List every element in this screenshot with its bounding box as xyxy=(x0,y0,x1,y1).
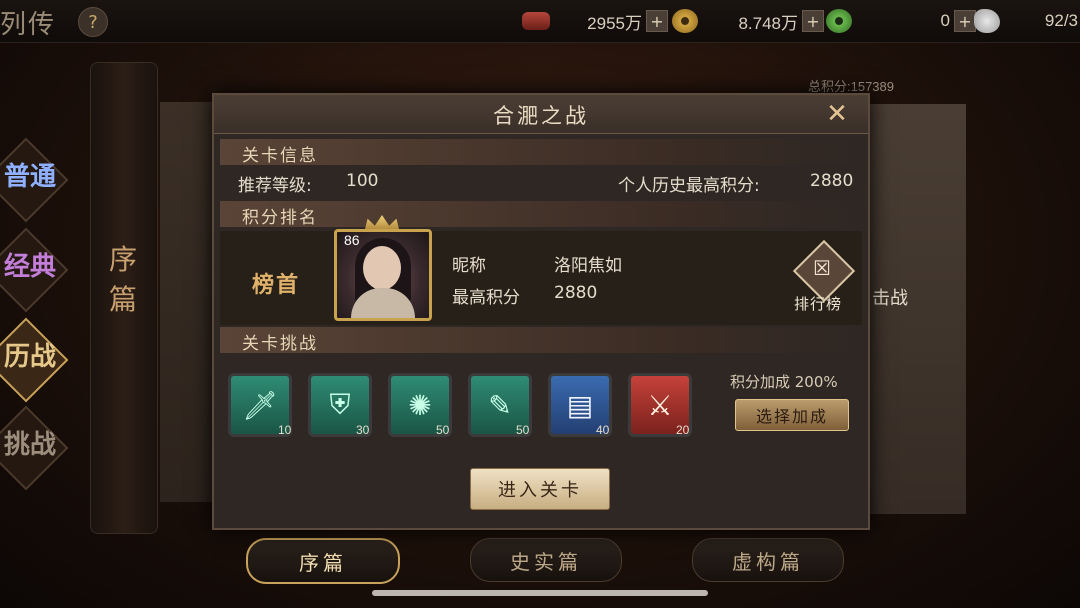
leaderboard-label[interactable]: 排行榜 xyxy=(794,293,842,314)
enter-stage-button[interactable]: 进入关卡 xyxy=(470,468,610,510)
copper-coin-icon xyxy=(672,9,698,33)
section-challenge: 关卡挑战 xyxy=(220,327,862,354)
top-bar: 列传 ? 2955万 + 8.748万 + 0 + 92/3 xyxy=(0,0,1080,43)
recommend-level-value: 100 xyxy=(346,171,379,191)
scroll-icon: ✎ xyxy=(488,388,512,422)
shield-icon: ⛨ xyxy=(329,388,351,421)
resource-stamina-value: 92/3 xyxy=(1044,11,1078,30)
resource-copper: 8.748万 + xyxy=(672,9,824,33)
jade-coin-icon xyxy=(826,9,852,33)
section-stage-info: 关卡信息 xyxy=(220,139,862,166)
ranking-area: 榜首 xyxy=(220,231,862,325)
treasure-icon xyxy=(522,12,550,30)
crossed-swords-icon: ⚔ xyxy=(647,388,673,422)
side-tab-normal-label: 普通 xyxy=(4,162,57,192)
leaderboard-icon: ☒ xyxy=(813,256,831,280)
resource-treasure: 2955万 + xyxy=(522,9,668,33)
fan-fire-icon: ✺ xyxy=(408,388,432,422)
chapter-card-right: 击战 xyxy=(866,104,966,514)
add-treasure-button[interactable]: + xyxy=(646,10,668,32)
personal-best-label: 个人历史最高积分: xyxy=(618,176,760,196)
tab-history[interactable]: 史实篇 xyxy=(470,538,622,582)
chapter-card-left xyxy=(160,102,215,502)
cards-icon: ▤ xyxy=(566,388,594,422)
close-icon: ✕ xyxy=(826,99,848,129)
section-ranking: 积分排名 xyxy=(220,201,862,228)
score-bonus-label: 积分加成 200% xyxy=(730,373,838,391)
challenge-points: 40 xyxy=(596,423,610,437)
challenge-points: 20 xyxy=(676,423,690,437)
resource-stamina: 92/3 xyxy=(974,9,1078,33)
top-score-value: 2880 xyxy=(554,283,598,303)
tab-fiction[interactable]: 虚构篇 xyxy=(692,538,844,582)
top-score-label: 最高积分 xyxy=(452,288,520,308)
challenge-points: 50 xyxy=(436,423,450,437)
resource-jade: 0 + xyxy=(826,9,976,33)
add-jade-button[interactable]: + xyxy=(954,10,976,32)
tab-prologue[interactable]: 序篇 xyxy=(246,538,400,584)
dialog-header: 合淝之战 ✕ xyxy=(214,95,868,134)
challenge-points: 50 xyxy=(516,423,530,437)
scroll-title: 序篇 xyxy=(108,243,137,316)
side-tab-battle-label: 历战 xyxy=(4,342,57,372)
nickname-value: 洛阳焦如 xyxy=(554,256,622,276)
player-level: 86 xyxy=(344,232,360,248)
resource-treasure-value: 2955万 xyxy=(587,13,642,33)
screen-title: 列传 xyxy=(0,10,57,40)
personal-best-value: 2880 xyxy=(810,171,854,191)
rank-first-label: 榜首 xyxy=(252,273,301,298)
stage-dialog: 合淝之战 ✕ 关卡信息 推荐等级: 100 个人历史最高积分: 2880 积分排… xyxy=(212,93,870,530)
add-copper-button[interactable]: + xyxy=(802,10,824,32)
side-tab-classic-label: 经典 xyxy=(4,252,57,282)
close-button[interactable]: ✕ xyxy=(820,99,854,129)
dialog-title: 合淝之战 xyxy=(493,104,589,128)
challenge-points: 10 xyxy=(278,423,292,437)
recommend-level-label: 推荐等级: xyxy=(238,176,312,196)
resource-copper-value: 8.748万 xyxy=(738,13,798,33)
sword-slash-icon: 🗡 xyxy=(242,388,278,422)
resource-jade-value: 0 xyxy=(940,11,950,30)
challenge-points: 30 xyxy=(356,423,370,437)
home-indicator[interactable] xyxy=(372,590,708,596)
nickname-label: 昵称 xyxy=(452,256,486,276)
help-button[interactable]: ? xyxy=(78,7,108,37)
chapter-right-text: 击战 xyxy=(872,288,908,309)
choose-bonus-button[interactable]: 选择加成 xyxy=(735,399,849,431)
stamina-icon xyxy=(974,9,1000,33)
side-tab-challenge-label: 挑战 xyxy=(4,430,57,460)
